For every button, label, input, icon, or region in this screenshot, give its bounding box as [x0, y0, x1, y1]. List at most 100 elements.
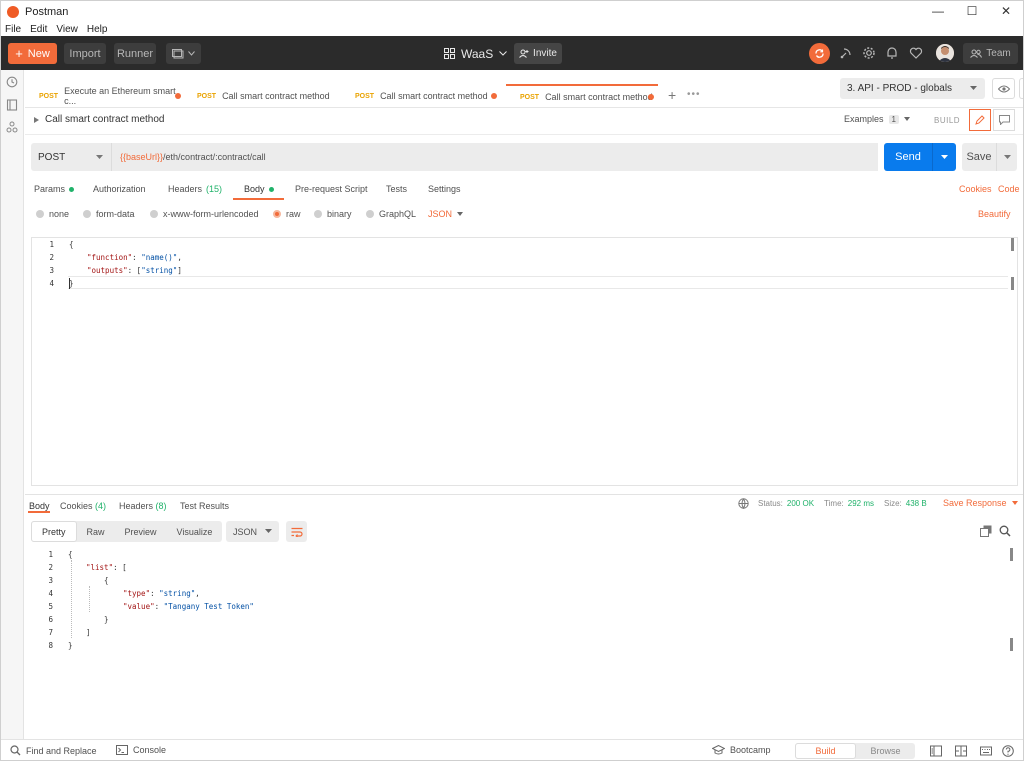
satellite-icon[interactable]	[839, 46, 853, 60]
collections-icon[interactable]	[6, 99, 18, 111]
heart-icon[interactable]	[909, 46, 923, 60]
close-button[interactable]: ✕	[989, 1, 1023, 21]
tab-body[interactable]: Body	[244, 181, 274, 197]
tab-authorization[interactable]: Authorization	[93, 181, 146, 197]
add-tab-plus-icon[interactable]: +	[668, 87, 676, 103]
divider	[25, 134, 1024, 135]
eye-icon	[997, 85, 1010, 92]
request-tab-2[interactable]: POST Call smart contract method	[183, 84, 343, 108]
save-response-button[interactable]: Save Response	[943, 498, 1018, 508]
view-pretty[interactable]: Pretty	[31, 521, 77, 542]
keyboard-shortcuts-icon[interactable]	[980, 745, 992, 757]
split-view-icon[interactable]	[955, 745, 967, 757]
code-link[interactable]: Code	[998, 181, 1020, 197]
status-value: 200 OK	[786, 499, 815, 508]
request-tab-1[interactable]: POST Execute an Ethereum smart c...	[25, 84, 185, 108]
comments-button[interactable]	[993, 109, 1015, 131]
save-options-chevron-icon[interactable]	[997, 154, 1017, 160]
request-title[interactable]: Call smart contract method	[45, 114, 165, 125]
more-tabs-icon[interactable]: •••	[687, 89, 701, 100]
radio-binary[interactable]: binary	[314, 209, 352, 219]
method-select[interactable]: POST	[31, 143, 111, 171]
avatar[interactable]	[936, 44, 954, 62]
bootcamp-button[interactable]: Bootcamp	[712, 745, 771, 755]
radio-none[interactable]: none	[36, 209, 69, 219]
team-button[interactable]: Team	[963, 43, 1018, 64]
sync-button[interactable]	[809, 43, 830, 64]
caret-right-icon[interactable]	[34, 116, 39, 123]
copy-icon[interactable]	[980, 525, 992, 537]
scrollbar[interactable]	[1011, 238, 1014, 251]
two-pane-view-icon[interactable]	[930, 745, 942, 757]
edit-mode-button[interactable]	[969, 109, 991, 131]
tab-headers[interactable]: Headers (15)	[168, 181, 222, 197]
response-format-select[interactable]: JSON	[226, 521, 279, 542]
build-mode-button[interactable]: Build	[795, 743, 856, 759]
tab-params[interactable]: Params	[34, 181, 75, 197]
workspace-switcher[interactable]: WaaS	[444, 45, 508, 62]
maximize-button[interactable]: ☐	[955, 1, 989, 21]
help-icon[interactable]	[1002, 745, 1014, 757]
manage-environments-button[interactable]	[1019, 78, 1024, 99]
search-icon[interactable]	[999, 525, 1011, 537]
import-button[interactable]: Import	[64, 43, 106, 64]
beautify-link[interactable]: Beautify	[978, 209, 1011, 219]
view-visualize[interactable]: Visualize	[167, 521, 223, 542]
chevron-down-icon	[1011, 501, 1018, 505]
chevron-down-icon	[188, 51, 195, 56]
view-preview[interactable]: Preview	[115, 521, 167, 542]
apis-icon[interactable]	[6, 121, 18, 133]
minimize-button[interactable]: —	[921, 1, 955, 21]
environment-quick-look-button[interactable]	[992, 78, 1015, 99]
radio-raw[interactable]: raw	[273, 209, 301, 219]
tab-tests[interactable]: Tests	[386, 181, 407, 197]
response-tab-body[interactable]: Body	[29, 501, 50, 511]
new-button[interactable]: + New	[8, 43, 57, 64]
save-button[interactable]: Save	[962, 143, 1017, 171]
status-bar: Find and Replace Console Bootcamp Build …	[0, 739, 1024, 761]
radio-form-data[interactable]: form-data	[83, 209, 135, 219]
request-body-editor[interactable]: 1 2 3 4 { "function": "name()", "outputs…	[31, 237, 1018, 486]
graduation-cap-icon	[712, 745, 725, 755]
history-icon[interactable]	[6, 76, 18, 88]
find-replace-button[interactable]: Find and Replace	[10, 745, 97, 756]
response-tab-headers[interactable]: Headers (8)	[119, 501, 167, 511]
bell-icon[interactable]	[885, 46, 899, 60]
tab-settings[interactable]: Settings	[428, 181, 461, 197]
response-tab-cookies[interactable]: Cookies (4)	[60, 501, 106, 511]
menu-file[interactable]: File	[5, 24, 21, 35]
menu-view[interactable]: View	[56, 24, 78, 35]
request-tab-3[interactable]: POST Call smart contract method	[341, 84, 503, 108]
line-number: 3	[49, 266, 54, 275]
invite-button[interactable]: Invite	[514, 43, 562, 64]
comment-icon	[998, 115, 1010, 125]
chevron-down-icon	[499, 51, 508, 56]
gear-icon[interactable]	[862, 46, 876, 60]
cookies-link[interactable]: Cookies	[959, 181, 992, 197]
new-window-button[interactable]	[166, 43, 201, 64]
send-options-chevron-icon[interactable]	[933, 154, 956, 160]
body-format-select[interactable]: JSON	[428, 209, 464, 219]
console-icon	[116, 745, 128, 755]
scrollbar[interactable]	[1010, 548, 1013, 561]
environment-select[interactable]: 3. API - PROD - globals	[840, 78, 985, 99]
menu-edit[interactable]: Edit	[30, 24, 47, 35]
radio-graphql[interactable]: GraphQL	[366, 209, 416, 219]
url-input[interactable]: {{baseUrl}}/eth/contract/:contract/call	[111, 143, 878, 171]
wrap-icon	[291, 527, 303, 537]
send-button[interactable]: Send	[884, 143, 956, 171]
examples-dropdown[interactable]: Examples 1	[844, 114, 910, 124]
wrap-lines-button[interactable]	[286, 521, 307, 542]
response-body-viewer[interactable]: 1 2 3 4 5 6 7 8 { "list": [ { "type": "s…	[31, 548, 1018, 733]
tab-prerequest-script[interactable]: Pre-request Script	[295, 181, 368, 197]
console-button[interactable]: Console	[116, 745, 166, 755]
request-tab-4-active[interactable]: POST Call smart contract method	[506, 84, 658, 108]
menu-help[interactable]: Help	[87, 24, 108, 35]
status-dot-icon	[268, 186, 274, 192]
runner-button[interactable]: Runner	[114, 43, 156, 64]
chevron-down-icon	[96, 155, 103, 159]
browse-mode-button[interactable]: Browse	[856, 743, 915, 759]
radio-urlencoded[interactable]: x-www-form-urlencoded	[150, 209, 259, 219]
response-tab-test-results[interactable]: Test Results	[180, 501, 229, 511]
view-raw[interactable]: Raw	[77, 521, 115, 542]
